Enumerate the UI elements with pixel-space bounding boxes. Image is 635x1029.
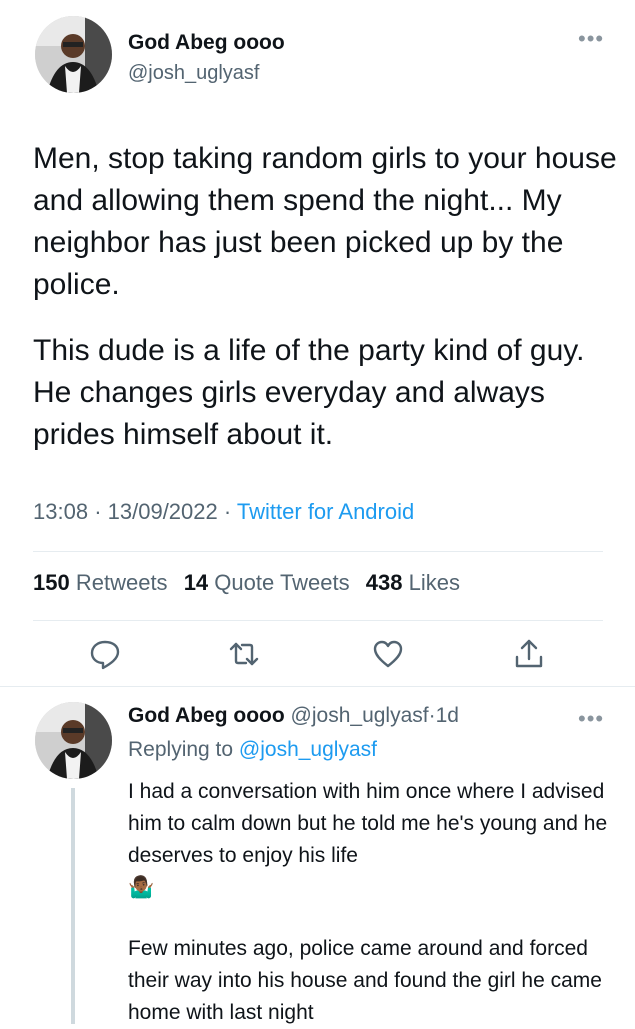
meta-separator: · bbox=[94, 499, 102, 524]
reply-more-options-icon[interactable]: ••• bbox=[578, 706, 604, 732]
author-handle[interactable]: @josh_uglyasf bbox=[128, 62, 259, 85]
shrug-emoji: 🤷🏾‍♂️ bbox=[128, 876, 155, 899]
divider bbox=[33, 551, 603, 552]
tweet-text-paragraph-1: Men, stop taking random girls to your ho… bbox=[33, 142, 617, 301]
reply-text-paragraph-2: Few minutes ago, police came around and … bbox=[128, 937, 602, 1024]
replying-label: Replying to bbox=[128, 738, 234, 761]
reply-author-name[interactable]: God Abeg oooo bbox=[128, 704, 285, 727]
author-name[interactable]: God Abeg oooo bbox=[128, 31, 285, 55]
tweet-separator bbox=[0, 686, 635, 687]
tweet-source-link[interactable]: Twitter for Android bbox=[237, 499, 414, 524]
tweet-date: 13/09/2022 bbox=[107, 499, 218, 524]
quote-tweets-stat[interactable]: 14 Quote Tweets bbox=[184, 570, 350, 595]
author-avatar[interactable] bbox=[35, 16, 112, 93]
thread-line bbox=[71, 788, 75, 1024]
replying-to: Replying to @josh_uglyasf bbox=[128, 738, 377, 762]
retweet-icon[interactable] bbox=[227, 637, 261, 671]
retweets-stat[interactable]: 150 Retweets bbox=[33, 570, 168, 595]
reply-icon[interactable] bbox=[88, 637, 122, 671]
reply-header: God Abeg oooo @josh_uglyasf·1d bbox=[128, 704, 459, 728]
likes-stat[interactable]: 438 Likes bbox=[366, 570, 460, 595]
tweet-stats: 150 Retweets 14 Quote Tweets 438 Likes bbox=[33, 570, 460, 596]
reply-text-paragraph-1: I had a conversation with him once where… bbox=[128, 780, 608, 899]
tweet-meta: 13:08 · 13/09/2022 · Twitter for Android bbox=[33, 499, 414, 525]
replying-handle-link[interactable]: @josh_uglyasf bbox=[239, 738, 377, 761]
reply-separator: · bbox=[428, 704, 436, 727]
more-options-icon[interactable]: ••• bbox=[578, 26, 604, 52]
reply-author-handle[interactable]: @josh_uglyasf bbox=[291, 704, 429, 727]
tweet-time: 13:08 bbox=[33, 499, 89, 524]
share-icon[interactable] bbox=[512, 637, 546, 671]
reply-age: 1d bbox=[435, 704, 459, 727]
divider bbox=[33, 620, 603, 621]
tweet-text-paragraph-2: This dude is a life of the party kind of… bbox=[33, 334, 585, 451]
like-icon[interactable] bbox=[371, 637, 405, 671]
reply-author-avatar[interactable] bbox=[35, 702, 112, 779]
meta-separator: · bbox=[223, 499, 232, 524]
